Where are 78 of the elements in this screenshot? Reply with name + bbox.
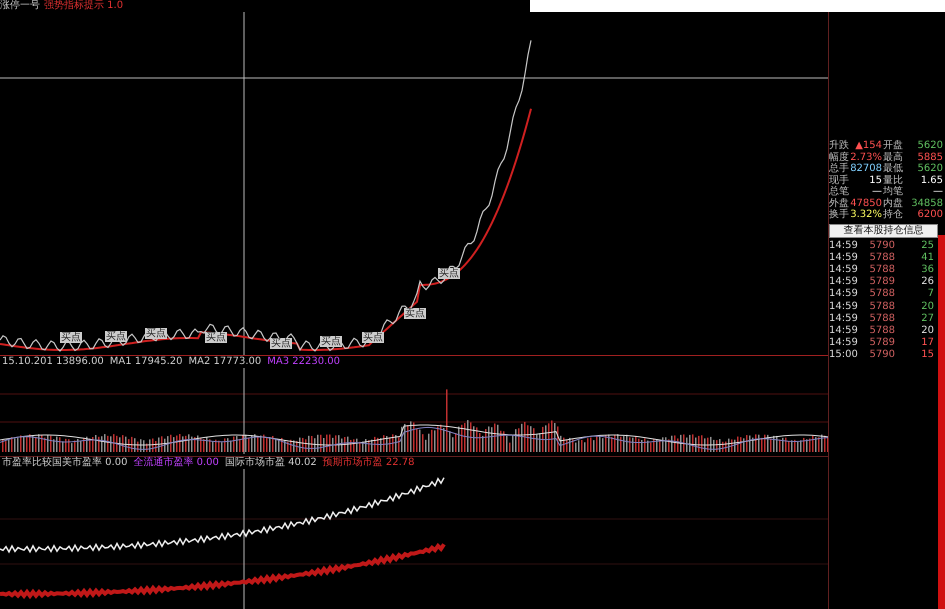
tick-time: 15:00 bbox=[829, 349, 859, 362]
tick-price: 5790 bbox=[868, 240, 895, 252]
tick-time: 14:59 bbox=[829, 276, 859, 288]
tick-volume: 7 bbox=[926, 288, 935, 301]
tick-price: 5788 bbox=[868, 312, 895, 325]
quote-label: 幅度 bbox=[829, 152, 850, 162]
quote-value: 47850 bbox=[850, 198, 883, 209]
signal-label: 卖点 bbox=[404, 308, 426, 319]
tick-price: 5788 bbox=[868, 264, 895, 276]
tick-price: 5789 bbox=[868, 337, 895, 350]
signal-label: 买点 bbox=[362, 332, 384, 343]
legend-text: MA1 17945.20 bbox=[110, 356, 183, 368]
tick-price: 5788 bbox=[868, 300, 895, 313]
holding-info-button[interactable]: 查看本股持仓信息 bbox=[829, 224, 938, 238]
quote-label: 现手 bbox=[829, 174, 850, 186]
quote-label: 内盘 bbox=[883, 198, 904, 208]
tick-price: 5788 bbox=[868, 252, 895, 264]
tick-time: 14:59 bbox=[829, 337, 859, 350]
tick-volume: 36 bbox=[920, 264, 935, 276]
quote-label: 升跌 bbox=[829, 140, 850, 152]
quote-value: 2.73% bbox=[850, 152, 883, 163]
quote-value: 1.65 bbox=[920, 174, 944, 186]
quote-label: 最高 bbox=[883, 152, 904, 163]
legend-text: 国际市场市盈 40.02 bbox=[224, 457, 317, 469]
indicator-title: 涨停一号 bbox=[0, 0, 40, 12]
quote-value: 82708 bbox=[850, 163, 883, 174]
quote-value: 15 bbox=[868, 174, 883, 186]
tick-volume: 25 bbox=[920, 240, 935, 252]
quote-value: — bbox=[871, 186, 883, 198]
legend-text: 预期市场市盈 22.78 bbox=[322, 457, 415, 469]
quote-label: 总笔 bbox=[829, 186, 850, 198]
tick-time: 14:59 bbox=[829, 288, 859, 301]
quote-label: 持仓 bbox=[883, 209, 904, 220]
tick-time: 14:59 bbox=[829, 264, 859, 276]
legend-text: 全流通市盈率 0.00 bbox=[133, 457, 219, 469]
legend-text: MA3 22230.00 bbox=[267, 356, 340, 368]
tick-time: 14:59 bbox=[829, 324, 859, 338]
tick-price: 5788 bbox=[868, 324, 895, 338]
quote-label: 总手 bbox=[829, 163, 850, 174]
quote-value: — bbox=[932, 186, 944, 198]
quote-value: 5620 bbox=[916, 163, 944, 174]
tick-time: 14:59 bbox=[829, 312, 859, 325]
tick-volume: 17 bbox=[920, 337, 935, 350]
indicator-name: 强势指标提示 1.0 bbox=[44, 0, 124, 12]
signal-label: 买点 bbox=[105, 331, 127, 342]
tick-time: 14:59 bbox=[829, 240, 859, 252]
signal-label: 买点 bbox=[270, 338, 292, 349]
signal-label: 买点 bbox=[60, 332, 82, 343]
tick-volume: 20 bbox=[920, 324, 935, 338]
quote-value: 3.32% bbox=[850, 209, 883, 220]
legend-text: 市盈率比较国美市盈率 0.00 bbox=[2, 457, 128, 469]
tick-volume: 26 bbox=[920, 276, 935, 288]
quote-label: 量比 bbox=[883, 174, 904, 186]
legend-text: MA2 17773.00 bbox=[188, 356, 262, 368]
tick-time: 14:59 bbox=[829, 252, 859, 264]
quote-label: 均笔 bbox=[883, 186, 904, 198]
quote-value: 6200 bbox=[916, 209, 944, 220]
signal-label: 买点 bbox=[438, 268, 460, 279]
quote-label: 换手 bbox=[829, 209, 850, 220]
tick-volume: 20 bbox=[920, 300, 935, 313]
tick-price: 5788 bbox=[868, 288, 895, 301]
signal-label: 买点 bbox=[205, 332, 227, 343]
quote-value: 5885 bbox=[916, 152, 944, 163]
tick-volume: 41 bbox=[920, 252, 935, 264]
tick-volume: 27 bbox=[920, 312, 935, 325]
legend-text: 15.10.201 13896.00 bbox=[2, 356, 104, 368]
quote-value: 34858 bbox=[910, 198, 944, 209]
tick-volume: 15 bbox=[920, 349, 935, 362]
quote-label: 外盘 bbox=[829, 198, 850, 208]
tick-price: 5789 bbox=[868, 276, 895, 288]
signal-label: 买点 bbox=[320, 336, 342, 347]
quote-label: 开盘 bbox=[883, 140, 904, 152]
quote-value: 5620 bbox=[916, 140, 944, 152]
quote-value: ▲154 bbox=[854, 140, 883, 152]
tick-time: 14:59 bbox=[829, 300, 859, 313]
tick-price: 5790 bbox=[868, 349, 895, 362]
signal-label: 买点 bbox=[145, 328, 167, 339]
quote-label: 最低 bbox=[883, 163, 904, 174]
